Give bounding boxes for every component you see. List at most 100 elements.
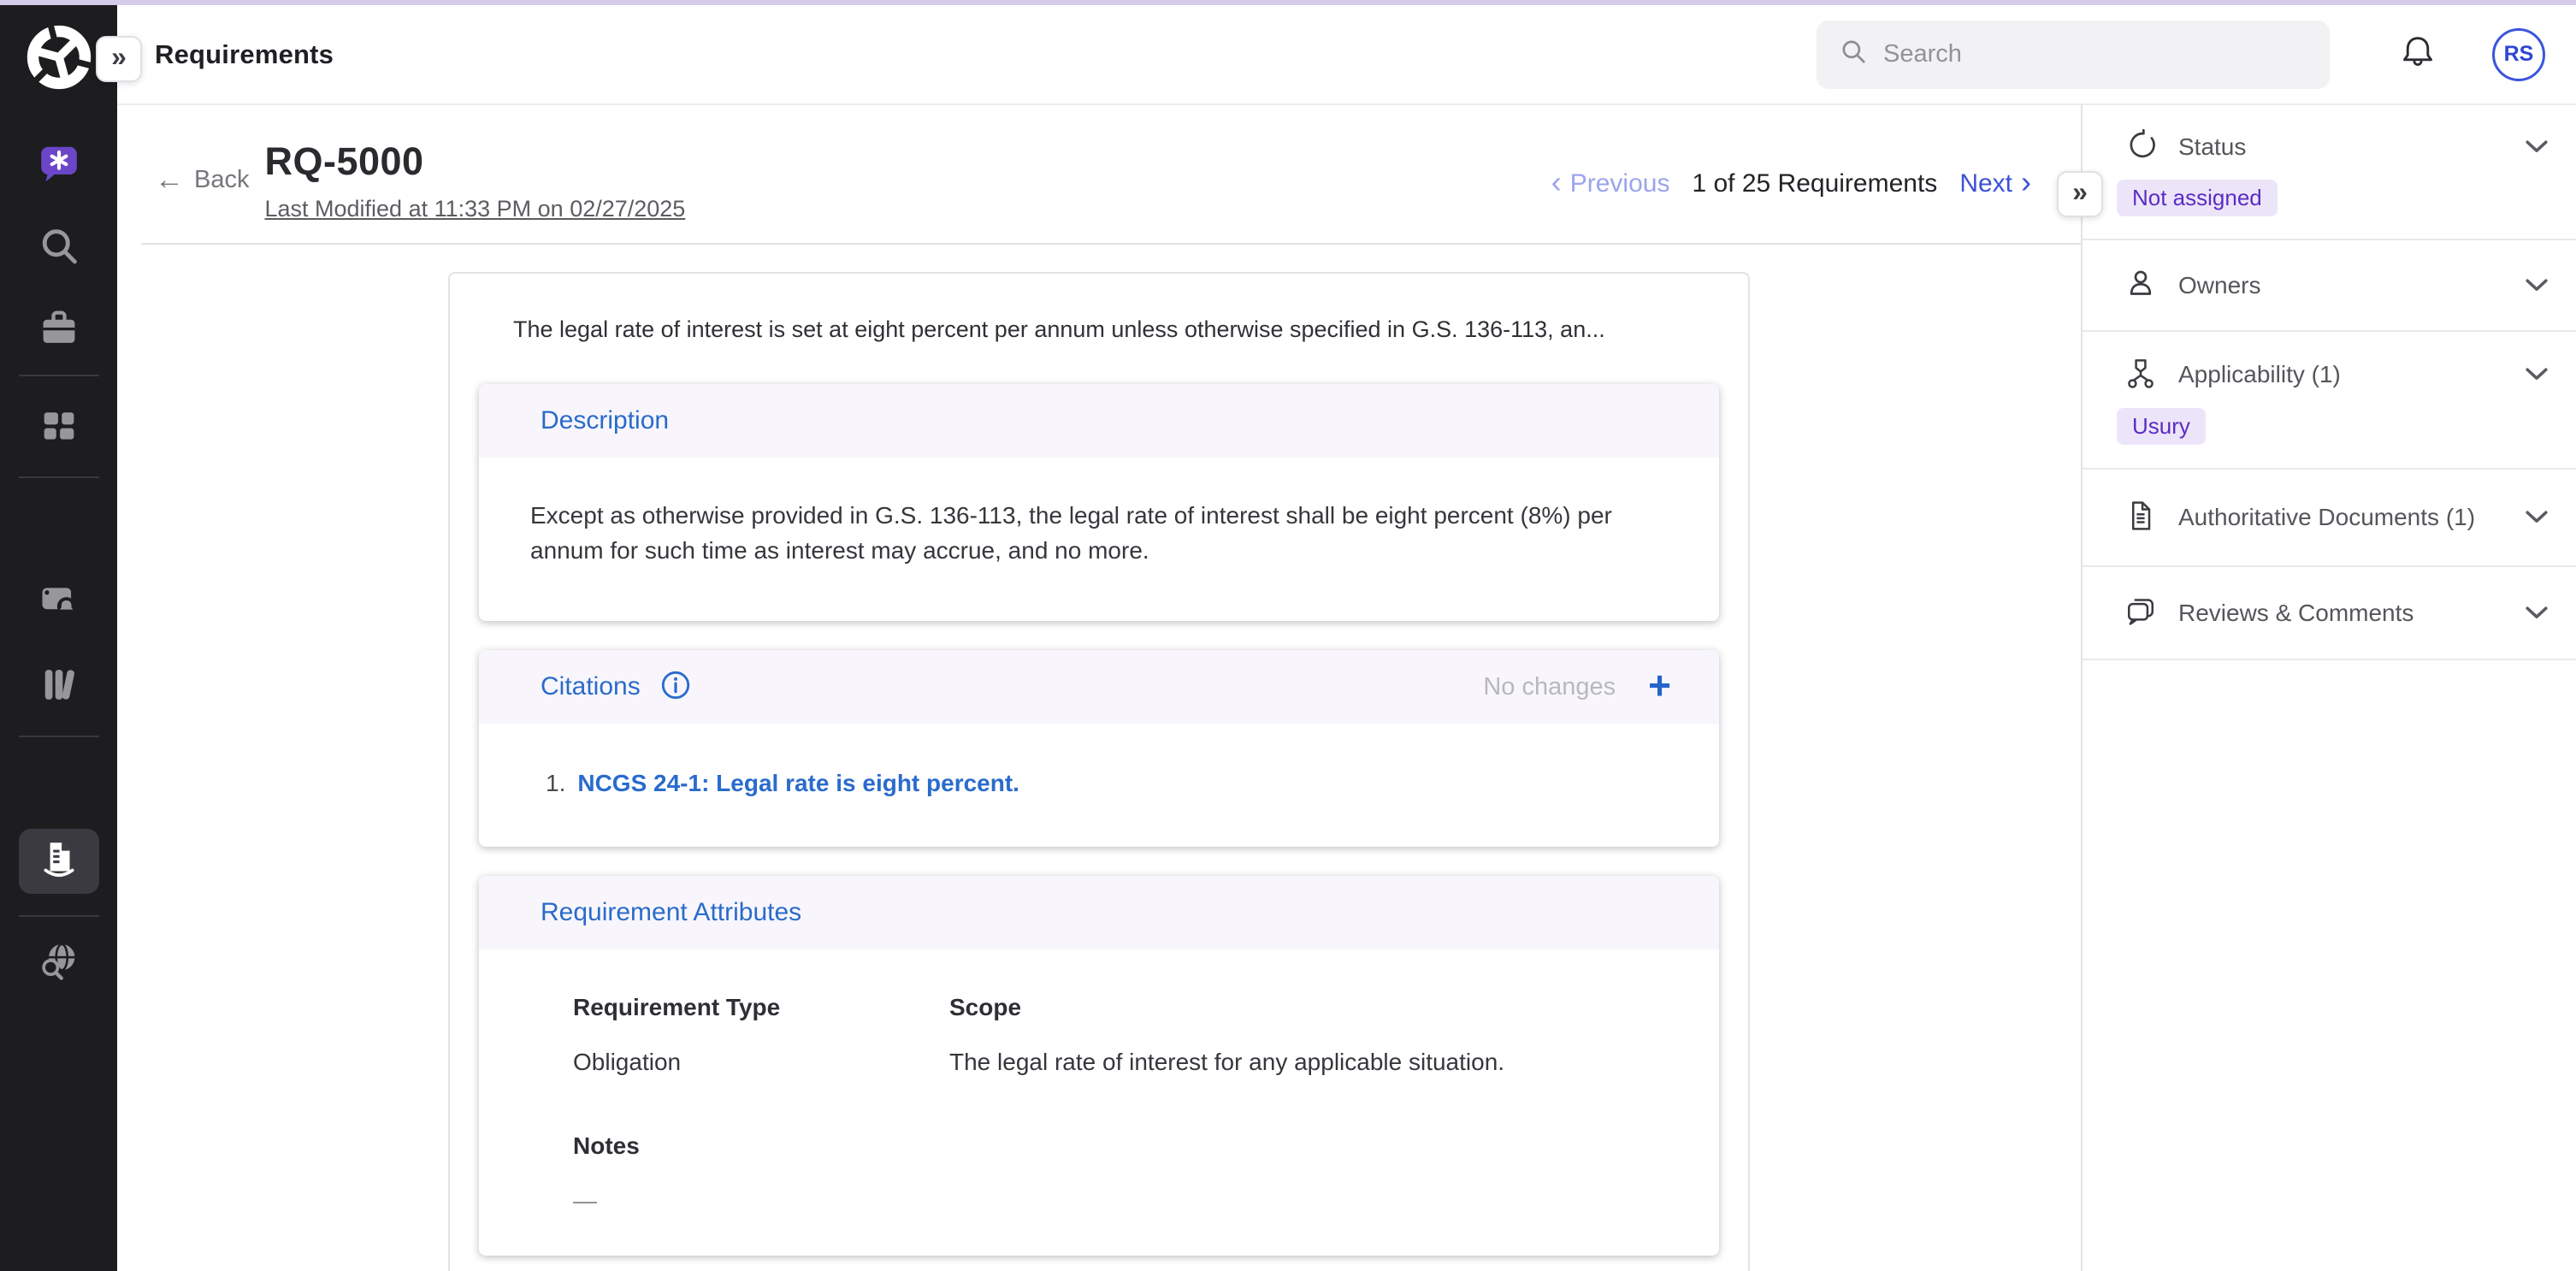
panel-collapse-button[interactable]: » [2057,171,2103,217]
pagination-position: 1 of 25 Requirements [1692,169,1937,198]
citation-link[interactable]: NCGS 24-1: Legal rate is eight percent. [577,770,1019,797]
attributes-body: Requirement Type Scope Obligation The le… [479,949,1719,1256]
magnifier-icon [37,224,81,273]
notes-value: — [573,1187,1668,1215]
search-input[interactable] [1883,40,2307,68]
owners-label: Owners [2178,272,2260,299]
previous-button[interactable]: ‹ Previous [1551,168,1670,199]
next-button[interactable]: Next › [1959,168,2031,199]
requirement-card: The legal rate of interest is set at eig… [448,272,1750,1271]
chevron-left-icon: ‹ [1551,167,1562,198]
scope-label: Scope [949,994,1668,1021]
double-chevron-right-icon: » [2072,178,2088,205]
citations-section: Citations No changes + 1. [479,650,1719,847]
panel-section-reviews-comments[interactable]: Reviews & Comments [2083,567,2576,660]
sidebar [0,0,117,1271]
top-accent-strip [0,0,2576,5]
notifications-button[interactable] [2398,33,2437,76]
document-tray-icon [38,838,80,885]
status-badge: Not assigned [2117,180,2278,216]
user-avatar[interactable]: RS [2492,28,2545,81]
search-box[interactable] [1817,21,2330,89]
search-icon [1839,37,1870,72]
info-icon[interactable] [659,669,692,706]
panel-section-owners[interactable]: Owners [2083,240,2576,332]
description-section: Description Except as otherwise provided… [479,384,1719,621]
sidebar-expand-button[interactable]: » [96,36,142,82]
chevron-down-icon[interactable] [2520,596,2554,630]
sidebar-divider [19,915,99,917]
requirement-type-value: Obligation [573,1049,949,1076]
header-divider [141,243,2081,245]
panel-section-authoritative-documents[interactable]: Authoritative Documents (1) [2083,470,2576,567]
applicability-label: Applicability (1) [2178,361,2341,388]
last-modified-link[interactable]: Last Modified at 11:33 PM on 02/27/2025 [264,196,685,222]
requirement-header: ← Back RQ-5000 Last Modified at 11:33 PM… [117,105,2081,222]
sidebar-item-global-search[interactable] [0,939,117,988]
double-chevron-right-icon: » [111,43,127,70]
grid-icon [37,405,81,453]
citation-number: 1. [546,770,565,797]
citations-heading: Citations [541,672,641,701]
topbar: Requirements RS [117,5,2576,105]
citations-body: 1. NCGS 24-1: Legal rate is eight percen… [479,724,1719,847]
previous-label: Previous [1570,169,1670,198]
person-icon [2124,266,2158,304]
hierarchy-icon [2124,356,2158,394]
sidebar-divider [19,375,99,376]
status-label: Status [2178,133,2246,161]
card-bell-icon [37,579,81,628]
next-label: Next [1959,169,2012,198]
globe-magnifier-icon [37,939,81,988]
description-heading: Description [541,406,669,435]
chevron-down-icon[interactable] [2520,358,2554,392]
briefcase-icon [37,306,81,355]
chevron-down-icon[interactable] [2520,269,2554,303]
requirement-summary: The legal rate of interest is set at eig… [479,316,1719,343]
main-content: ← Back RQ-5000 Last Modified at 11:33 PM… [117,105,2081,1271]
attributes-section: Requirement Attributes Requirement Type … [479,876,1719,1256]
sidebar-item-library[interactable] [0,663,117,712]
chevron-right-icon: › [2021,167,2031,198]
sidebar-item-dashboard[interactable] [0,405,117,453]
sidebar-item-requirements[interactable] [19,829,99,894]
reviews-comments-label: Reviews & Comments [2178,600,2414,627]
back-button[interactable]: ← Back [155,165,249,194]
brand-logo-icon [22,21,96,94]
attributes-heading: Requirement Attributes [541,898,801,927]
sidebar-item-search[interactable] [0,224,117,273]
details-panel: » Status Not assigned [2081,105,2576,1271]
requirement-title-block: RQ-5000 Last Modified at 11:33 PM on 02/… [264,139,685,222]
requirement-id: RQ-5000 [264,139,685,184]
chat-bubble-logo-icon [38,143,80,190]
citation-list-item: 1. NCGS 24-1: Legal rate is eight percen… [546,770,1668,797]
sidebar-divider [19,736,99,737]
chevron-down-icon[interactable] [2520,500,2554,535]
status-cycle-icon [2124,127,2158,166]
avatar-initials: RS [2504,42,2534,67]
sidebar-item-assistant[interactable] [0,143,117,190]
panel-section-status[interactable]: Status Not assigned [2083,105,2576,240]
panel-section-applicability[interactable]: Applicability (1) Usury [2083,332,2576,470]
bell-icon [2398,33,2437,76]
notes-label: Notes [573,1132,1668,1160]
sidebar-item-workspace[interactable] [0,306,117,355]
books-icon [37,663,81,712]
description-body: Except as otherwise provided in G.S. 136… [479,458,1719,621]
authoritative-documents-label: Authoritative Documents (1) [2178,504,2475,531]
citations-change-status: No changes [1483,673,1616,701]
back-label: Back [194,166,249,194]
applicability-badge: Usury [2117,408,2206,445]
requirement-type-label: Requirement Type [573,994,949,1021]
back-arrow-icon: ← [155,165,184,194]
pagination: ‹ Previous 1 of 25 Requirements Next › [1551,168,2031,199]
chat-bubbles-icon [2124,594,2158,632]
add-citation-button[interactable]: + [1648,665,1671,705]
sidebar-item-notifications-card[interactable] [0,579,117,628]
citations-header: Citations No changes + [479,650,1719,724]
chevron-down-icon[interactable] [2520,130,2554,164]
sidebar-divider [19,476,99,478]
scope-value: The legal rate of interest for any appli… [949,1049,1668,1076]
document-icon [2124,499,2158,537]
page-title: Requirements [155,39,334,70]
